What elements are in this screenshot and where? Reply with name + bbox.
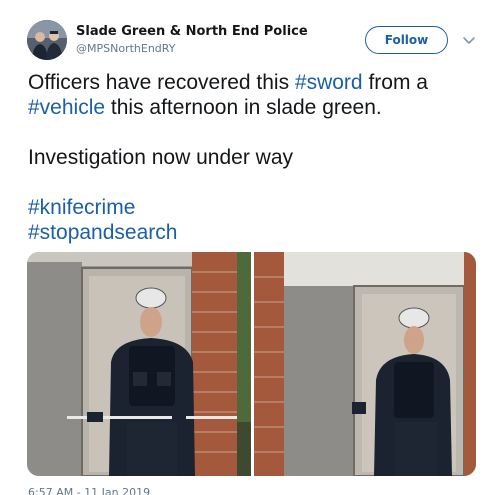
hashtag-vehicle-link[interactable]: #vehicle	[28, 96, 105, 119]
hashtag-sword-link[interactable]: #sword	[295, 71, 363, 94]
tweet-text-segment: this afternoon in slade green.	[105, 96, 382, 119]
display-name[interactable]: Slade Green & North End Police	[76, 24, 308, 40]
follow-button[interactable]: Follow	[365, 26, 448, 54]
police-avatar-icon	[27, 20, 67, 60]
tweet-line-5: #stopandsearch	[28, 220, 483, 245]
account-handle[interactable]: @MPSNorthEndRY	[76, 41, 308, 57]
tweet-text: Officers have recovered this #sword from…	[28, 70, 483, 245]
photo-officer-standing[interactable]	[254, 252, 476, 476]
tweet-line-3: Investigation now under way	[28, 146, 293, 169]
photo-grid	[27, 252, 476, 476]
tweet-text-segment: from a	[362, 71, 428, 94]
tweet-text-segment: Officers have recovered this	[28, 71, 295, 94]
hashtag-stopandsearch-link[interactable]: #stopandsearch	[28, 221, 177, 244]
photo-officer-holding-sword[interactable]	[27, 252, 251, 476]
avatar[interactable]	[27, 20, 67, 60]
officer-with-sword-image	[27, 252, 251, 476]
chevron-down-icon	[463, 37, 475, 44]
tweet-header: Slade Green & North End Police @MPSNorth…	[27, 20, 487, 64]
tweet-timestamp[interactable]: 6:57 AM - 11 Jan 2019	[28, 486, 150, 495]
tweet-line-4: #knifecrime	[28, 195, 483, 220]
account-names[interactable]: Slade Green & North End Police @MPSNorth…	[76, 24, 308, 57]
officer-standing-image	[254, 252, 476, 476]
tweet-line-1: Officers have recovered this #sword from…	[28, 70, 483, 95]
tweet-line-2: #vehicle this afternoon in slade green.	[28, 95, 483, 120]
tweet-menu-button[interactable]	[461, 32, 477, 48]
hashtag-knifecrime-link[interactable]: #knifecrime	[28, 196, 135, 219]
